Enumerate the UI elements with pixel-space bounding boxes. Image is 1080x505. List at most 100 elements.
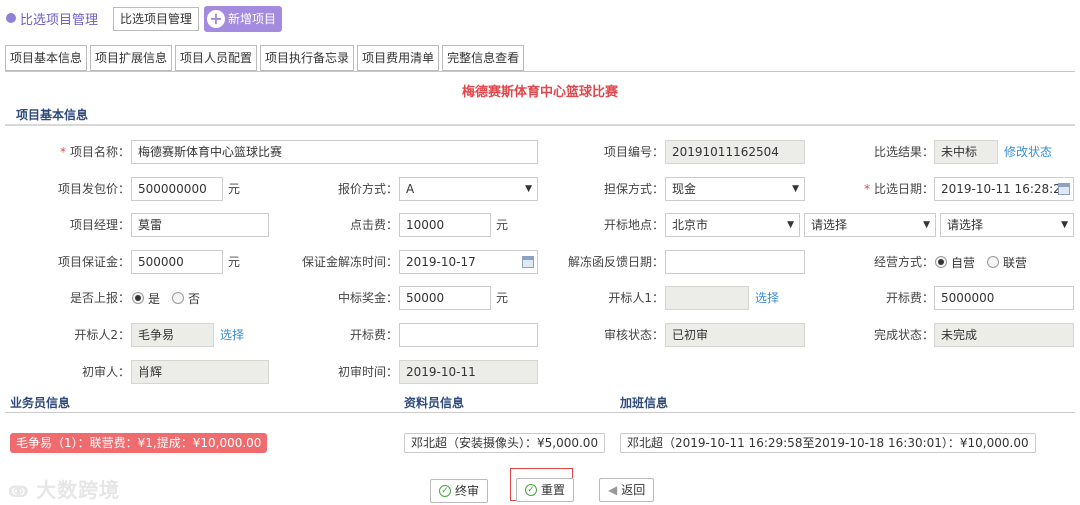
back-button[interactable]: ◀ 返回 xyxy=(599,478,655,502)
location-street-select[interactable]: 请选择 ▼ xyxy=(940,213,1074,237)
final-review-button[interactable]: ✓ 终审 xyxy=(430,479,489,503)
location-city-select[interactable]: 北京市 ▼ xyxy=(665,213,800,237)
mode-self-label: 自营 xyxy=(951,255,976,270)
unfreeze-date-input[interactable]: 2019-10-17 xyxy=(399,250,538,274)
audit-status-field: 已初审 xyxy=(665,323,805,347)
reviewer-label: 初审人： xyxy=(81,365,130,379)
section-material: 资料员信息 xyxy=(404,396,465,410)
opener2-select-link[interactable]: 选择 xyxy=(220,323,244,347)
opening-fee-label: 开标费： xyxy=(885,291,934,305)
feedback-date-label: 解冻函反馈日期： xyxy=(567,255,664,269)
section-overtime: 加班信息 xyxy=(620,396,669,410)
report-label: 是否上报： xyxy=(69,291,130,305)
guarantee-select[interactable]: 现金 ▼ xyxy=(665,177,805,201)
location-district-select[interactable]: 请选择 ▼ xyxy=(804,213,936,237)
date-input[interactable]: 2019-10-11 16:28:25 xyxy=(934,177,1074,201)
reset-button[interactable]: ✓ 重置 xyxy=(516,478,575,502)
review-time-label: 初审时间： xyxy=(337,365,398,379)
unfreeze-label: 保证金解冻时间： xyxy=(301,255,398,269)
click-fee-unit: 元 xyxy=(496,218,509,232)
calendar-icon[interactable] xyxy=(1058,183,1070,195)
result-field: 未中标 xyxy=(934,140,998,164)
done-status-field: 未完成 xyxy=(934,323,1074,347)
mode-radio-group: 自营 联营 xyxy=(935,250,1027,274)
overtime-tag[interactable]: 邓北超（2019-10-11 16:29:58至2019-10-18 16:30… xyxy=(620,433,1036,453)
opening-fee2-input[interactable] xyxy=(399,323,538,347)
add-project-label: 新增项目 xyxy=(228,12,277,26)
project-manage-button[interactable]: 比选项目管理 xyxy=(113,7,200,31)
tabs-divider xyxy=(5,71,1075,72)
bonus-input[interactable]: 50000 xyxy=(399,286,491,310)
quote-label: 报价方式： xyxy=(337,182,398,196)
result-label: 比选结果： xyxy=(873,145,934,159)
final-review-label: 终审 xyxy=(455,484,480,498)
back-arrow-icon: ◀ xyxy=(608,483,618,497)
breadcrumb-title: 比选项目管理 xyxy=(20,13,99,28)
modify-status-link[interactable]: 修改状态 xyxy=(1004,140,1052,164)
report-no-radio[interactable] xyxy=(172,292,185,304)
manager-input[interactable]: 莫雷 xyxy=(131,213,269,237)
chevron-down-icon: ▼ xyxy=(787,220,794,230)
watermark-logo: ↂ 大数跨境 xyxy=(8,474,120,503)
section-divider-2 xyxy=(5,412,1075,413)
tab-staff-config[interactable]: 项目人员配置 xyxy=(175,45,258,71)
project-title: 梅德赛斯体育中心篮球比赛 xyxy=(461,85,618,100)
calendar-icon[interactable] xyxy=(522,256,534,268)
material-tag[interactable]: 邓北超（安装摄像头）：¥5,000.00 xyxy=(404,433,606,453)
watermark-text: 大数跨境 xyxy=(36,478,121,502)
price-label: 项目发包价： xyxy=(57,182,130,196)
reviewer-field: 肖辉 xyxy=(131,360,269,384)
plus-icon: + xyxy=(207,10,225,28)
chevron-down-icon: ▼ xyxy=(792,184,799,194)
opener1-select-link[interactable]: 选择 xyxy=(755,286,779,310)
deposit-input[interactable]: 500000 xyxy=(131,250,223,274)
mode-self-radio[interactable] xyxy=(935,256,947,268)
opening-fee-input[interactable]: 5000000 xyxy=(934,286,1074,310)
opening-fee2-label: 开标费： xyxy=(349,328,398,342)
section-basic-info: 项目基本信息 xyxy=(16,108,89,122)
feedback-date-input[interactable] xyxy=(665,250,805,274)
bonus-label: 中标奖金： xyxy=(337,291,398,305)
breadcrumb-dot xyxy=(6,13,16,23)
check-circle-icon: ✓ xyxy=(525,484,537,496)
price-unit: 元 xyxy=(228,182,241,196)
tab-basic-info[interactable]: 项目基本信息 xyxy=(5,45,88,71)
review-time-field: 2019-10-11 xyxy=(399,360,538,384)
back-label: 返回 xyxy=(621,483,646,497)
tab-bar: 项目基本信息 项目扩展信息 项目人员配置 项目执行备忘录 项目费用清单 完整信息… xyxy=(5,45,525,71)
opener1-label: 开标人1： xyxy=(608,291,664,305)
chevron-down-icon: ▼ xyxy=(525,184,532,194)
opener2-label: 开标人2： xyxy=(74,328,130,342)
mode-joint-radio[interactable] xyxy=(987,256,1000,268)
section-divider xyxy=(5,124,1075,126)
report-radio-group: 是 否 xyxy=(132,286,200,310)
reset-label: 重置 xyxy=(541,483,566,497)
quote-select[interactable]: A ▼ xyxy=(399,177,538,201)
audit-status-label: 审核状态： xyxy=(603,328,664,342)
report-yes-label: 是 xyxy=(148,291,161,306)
report-yes-radio[interactable] xyxy=(132,292,144,304)
done-status-label: 完成状态： xyxy=(873,328,934,342)
bonus-unit: 元 xyxy=(496,291,509,305)
opener1-field xyxy=(665,286,749,310)
guarantee-label: 担保方式： xyxy=(603,182,664,196)
check-circle-icon: ✓ xyxy=(439,485,451,497)
tab-execution-memo[interactable]: 项目执行备忘录 xyxy=(260,45,355,71)
mode-label: 经营方式： xyxy=(873,255,934,269)
salesman-tag[interactable]: 毛争易（1）：联营费：¥1,提成：¥10,000.00 xyxy=(10,433,268,453)
price-input[interactable]: 500000000 xyxy=(131,177,223,201)
tab-extended-info[interactable]: 项目扩展信息 xyxy=(90,45,173,71)
project-code-field: 20191011162504 xyxy=(665,140,805,164)
manager-label: 项目经理： xyxy=(69,218,130,232)
tab-full-info[interactable]: 完整信息查看 xyxy=(442,45,525,71)
click-fee-label: 点击费： xyxy=(349,218,398,232)
project-name-label: * 项目名称： xyxy=(60,145,130,159)
mode-joint-label: 联营 xyxy=(1003,255,1028,270)
add-project-button[interactable]: + 新增项目 xyxy=(204,6,283,32)
tab-expense-list[interactable]: 项目费用清单 xyxy=(357,45,440,71)
deposit-label: 项目保证金： xyxy=(57,255,130,269)
project-name-input[interactable]: 梅德赛斯体育中心篮球比赛 xyxy=(131,140,538,164)
watermark-icon: ↂ xyxy=(8,482,37,501)
location-label: 开标地点： xyxy=(603,218,664,232)
click-fee-input[interactable]: 10000 xyxy=(399,213,491,237)
